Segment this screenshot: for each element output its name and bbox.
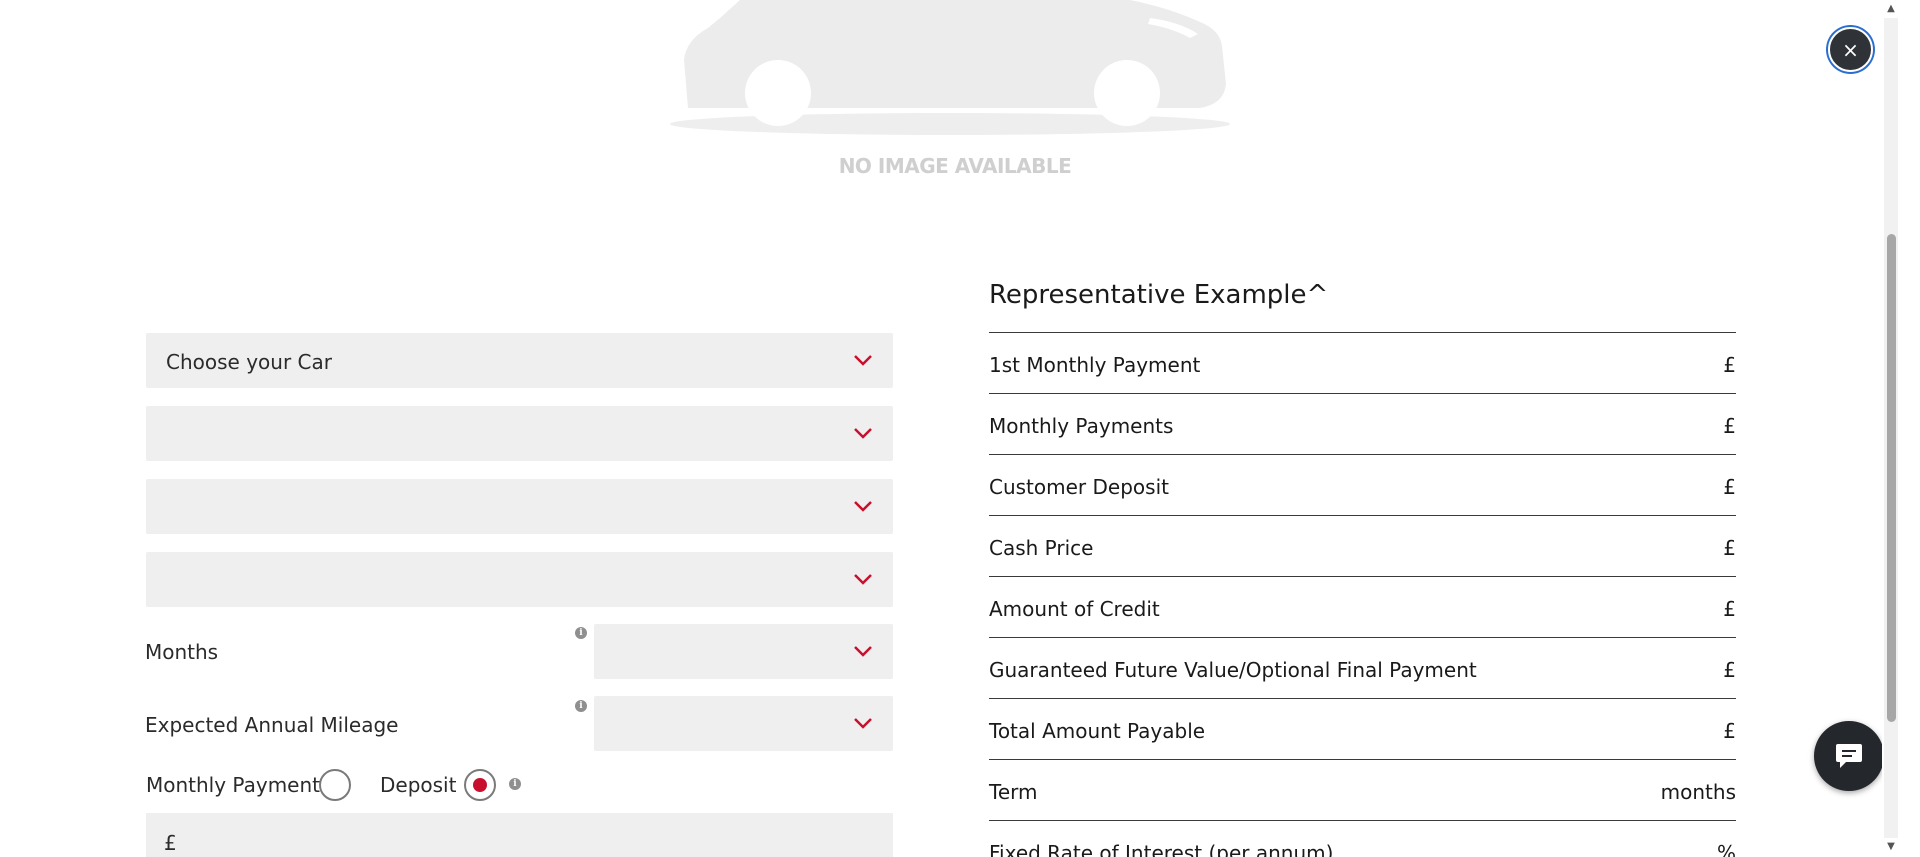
variant-select[interactable] — [146, 479, 893, 534]
row-label: 1st Monthly Payment — [989, 353, 1201, 377]
scroll-up-arrow-icon[interactable]: ▲ — [1884, 2, 1898, 16]
deposit-radio[interactable] — [464, 769, 496, 801]
scrollbar-thumb[interactable] — [1887, 234, 1896, 722]
mileage-select[interactable] — [594, 696, 893, 751]
scroll-down-arrow-icon[interactable]: ▼ — [1884, 840, 1898, 854]
table-row: Fixed Rate of Interest (per annum) % — [989, 820, 1736, 857]
row-label: Monthly Payments — [989, 414, 1174, 438]
table-row: Term months — [989, 759, 1736, 820]
monthly-payment-radio-label: Monthly Payment — [146, 773, 320, 797]
row-label: Cash Price — [989, 536, 1094, 560]
row-value: £ — [1723, 658, 1736, 682]
no-image-text: NO IMAGE AVAILABLE — [838, 154, 1072, 178]
row-value: months — [1660, 780, 1736, 804]
close-icon: × — [1842, 37, 1859, 62]
table-row: Cash Price £ — [989, 515, 1736, 576]
car-image-placeholder: NO IMAGE AVAILABLE — [640, 0, 1270, 190]
monthly-payment-radio[interactable] — [319, 769, 351, 801]
info-icon[interactable]: i — [575, 700, 587, 712]
deposit-amount-input[interactable]: £ — [146, 813, 893, 857]
row-value: % — [1716, 841, 1736, 857]
row-label: Term — [989, 780, 1038, 804]
row-value: £ — [1723, 719, 1736, 743]
row-label: Amount of Credit — [989, 597, 1160, 621]
mileage-label: Expected Annual Mileage — [145, 713, 399, 737]
chat-icon — [1836, 744, 1862, 768]
chevron-down-icon — [854, 718, 872, 729]
table-row: Customer Deposit £ — [989, 454, 1736, 515]
representative-example-table: 1st Monthly Payment £ Monthly Payments £… — [989, 332, 1736, 857]
table-row: Guaranteed Future Value/Optional Final P… — [989, 637, 1736, 698]
currency-symbol: £ — [164, 831, 177, 855]
chevron-down-icon — [854, 574, 872, 585]
row-label: Total Amount Payable — [989, 719, 1206, 743]
row-label: Customer Deposit — [989, 475, 1169, 499]
model-select[interactable] — [146, 406, 893, 461]
row-value: £ — [1723, 536, 1736, 560]
deposit-radio-label: Deposit — [380, 773, 457, 797]
table-row: Monthly Payments £ — [989, 393, 1736, 454]
finance-product-select[interactable] — [146, 552, 893, 607]
row-value: £ — [1723, 597, 1736, 621]
chevron-down-icon — [854, 646, 872, 657]
row-value: £ — [1723, 475, 1736, 499]
chevron-down-icon — [854, 501, 872, 512]
table-row: Total Amount Payable £ — [989, 698, 1736, 759]
info-icon[interactable]: i — [575, 627, 587, 639]
chat-button[interactable] — [1814, 721, 1882, 791]
representative-example-title: Representative Example^ — [989, 280, 1329, 310]
row-value: £ — [1723, 414, 1736, 438]
close-button[interactable]: × — [1828, 27, 1873, 72]
table-row: Amount of Credit £ — [989, 576, 1736, 637]
table-row: 1st Monthly Payment £ — [989, 332, 1736, 393]
car-silhouette-icon — [670, 0, 1230, 135]
finance-calculator-page: NO IMAGE AVAILABLE × Choose your Car Mon… — [0, 0, 1882, 857]
row-label: Guaranteed Future Value/Optional Final P… — [989, 658, 1477, 682]
chevron-down-icon — [854, 428, 872, 439]
months-label: Months — [145, 640, 219, 664]
row-label: Fixed Rate of Interest (per annum) — [989, 841, 1334, 857]
info-icon[interactable]: i — [509, 778, 521, 790]
choose-car-select-value: Choose your Car — [166, 350, 332, 374]
row-value: £ — [1723, 353, 1736, 377]
choose-car-select[interactable]: Choose your Car — [146, 333, 893, 388]
months-select[interactable] — [594, 624, 893, 679]
chevron-down-icon — [854, 355, 872, 366]
